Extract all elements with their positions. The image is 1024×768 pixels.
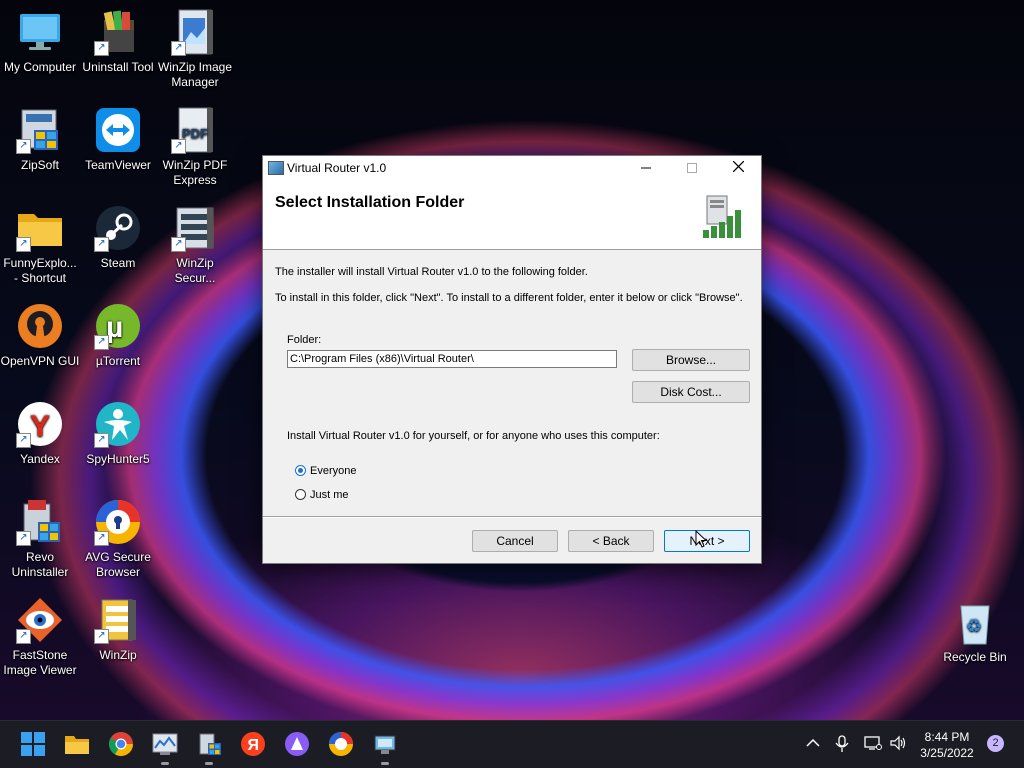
folder-icon: ↗: [16, 204, 64, 252]
microphone-icon: [835, 735, 849, 752]
page-title: Select Installation Folder: [275, 194, 465, 211]
system-clock[interactable]: 8:44 PM 3/25/2022: [912, 729, 982, 761]
uninstall-tool-icon: ↗: [94, 8, 142, 56]
minimize-icon: [641, 167, 651, 169]
maximize-button: [669, 156, 715, 180]
desktop-icon-revo-uninstaller[interactable]: ↗ Revo Uninstaller: [0, 498, 80, 580]
winzip-icon: ↗: [94, 596, 142, 644]
svg-text:Я: Я: [248, 737, 260, 754]
disk-cost-button[interactable]: Disk Cost...: [632, 381, 750, 403]
desktop-icon-faststone-image-viewer[interactable]: ↗ FastStone Image Viewer: [0, 596, 80, 678]
instructions-text: To install in this folder, click "Next".…: [275, 292, 743, 304]
taskbar-avg-browser[interactable]: [328, 731, 354, 757]
zipsoft-icon: ↗: [16, 106, 64, 154]
desktop-icon-teamviewer[interactable]: TeamViewer: [78, 106, 158, 173]
desktop-icon-steam[interactable]: ↗ Steam: [78, 204, 158, 271]
yandex-icon: Я: [241, 732, 265, 756]
taskbar: Я 8:44 PM 3/25/2022: [0, 720, 1024, 768]
desktop-icon-yandex[interactable]: Y ↗ Yandex: [0, 400, 80, 467]
desktop-icon-avg-secure-browser[interactable]: ↗ AVG Secure Browser: [78, 498, 158, 580]
desktop-icon-uninstall-tool[interactable]: ↗ Uninstall Tool: [78, 8, 158, 75]
svg-text:♻: ♻: [966, 616, 982, 637]
alice-icon: [285, 732, 309, 756]
volume-icon: [890, 735, 906, 751]
yandex-icon: Y ↗: [16, 400, 64, 448]
taskbar-virtual-router[interactable]: [372, 731, 398, 765]
radio-just-me[interactable]: Just me: [295, 489, 349, 501]
radio-unselected-icon: [295, 489, 306, 500]
intro-text: The installer will install Virtual Route…: [275, 266, 588, 278]
desktop-icon-openvpn-gui[interactable]: OpenVPN GUI: [0, 302, 80, 369]
desktop-icon-winzip-image-manager[interactable]: ↗ WinZip Image Manager: [155, 8, 235, 90]
show-hidden-icons-button[interactable]: [805, 735, 821, 754]
installer-dialog: Virtual Router v1.0 Select Installation …: [262, 155, 762, 564]
folder-path-input[interactable]: [287, 350, 617, 368]
taskbar-installer[interactable]: [196, 731, 222, 765]
minimize-button[interactable]: [623, 156, 669, 180]
chevron-up-icon: [806, 738, 820, 747]
utorrent-icon: µ ↗: [94, 302, 142, 350]
faststone-icon: ↗: [16, 596, 64, 644]
install-for-label: Install Virtual Router v1.0 for yourself…: [287, 430, 660, 442]
winzip-pdf-icon: PDF ↗: [171, 106, 219, 154]
dialog-titlebar[interactable]: Virtual Router v1.0: [263, 156, 761, 180]
taskbar-alice[interactable]: [284, 731, 310, 757]
network-icon: [864, 736, 882, 750]
computer-icon: [16, 8, 64, 56]
desktop-icon-spyhunter5[interactable]: ↗ SpyHunter5: [78, 400, 158, 467]
svg-text:Y: Y: [30, 410, 50, 443]
winzip-secure-icon: ↗: [171, 204, 219, 252]
next-button[interactable]: Next >: [664, 530, 750, 552]
close-icon: [732, 160, 744, 173]
radio-selected-icon: [295, 465, 306, 476]
browse-button[interactable]: Browse...: [632, 349, 750, 371]
desktop-icon-my-computer[interactable]: My Computer: [0, 8, 80, 75]
desktop-icon-recycle-bin[interactable]: ♻ Recycle Bin: [935, 598, 1015, 665]
virtual-router-icon: [374, 735, 396, 754]
radio-everyone[interactable]: Everyone: [295, 465, 356, 477]
desktop-icon-winzip[interactable]: ↗ WinZip: [78, 596, 158, 663]
spyhunter-icon: ↗: [94, 400, 142, 448]
close-button[interactable]: [715, 156, 761, 180]
taskbar-chrome[interactable]: [108, 731, 134, 757]
taskbar-yandex[interactable]: Я: [240, 731, 266, 757]
notification-badge[interactable]: 2: [987, 735, 1004, 752]
winzip-image-icon: ↗: [171, 8, 219, 56]
folder-label: Folder:: [287, 334, 322, 346]
clock-date: 3/25/2022: [920, 746, 974, 760]
network-button[interactable]: [864, 735, 882, 754]
desktop-icon-funnyexplorer-shortcut[interactable]: ↗ FunnyExplo... - Shortcut: [0, 204, 80, 286]
taskbar-file-explorer[interactable]: [64, 731, 90, 757]
cancel-button[interactable]: Cancel: [472, 530, 558, 552]
installer-logo-icon: [699, 190, 747, 240]
clock-time: 8:44 PM: [924, 730, 970, 744]
recycle-bin-icon: ♻: [951, 598, 999, 646]
desktop-icon-zipsoft[interactable]: ↗ ZipSoft: [0, 106, 80, 173]
microphone-button[interactable]: [834, 735, 850, 756]
back-button[interactable]: < Back: [568, 530, 654, 552]
virtual-router-app-icon: [268, 161, 284, 175]
mouse-cursor-icon: [695, 530, 707, 548]
dialog-banner: Select Installation Folder: [263, 180, 761, 250]
volume-button[interactable]: [889, 735, 907, 754]
start-button[interactable]: [20, 731, 46, 757]
dialog-title: Virtual Router v1.0: [287, 161, 387, 175]
openvpn-icon: [16, 302, 64, 350]
maximize-icon: [687, 163, 697, 173]
task-monitor-icon: [152, 733, 178, 755]
desktop-icon-winzip-pdf-express[interactable]: PDF ↗ WinZip PDF Express: [155, 106, 235, 188]
avg-browser-icon: [329, 732, 353, 756]
desktop-icon-utorrent[interactable]: µ ↗ µTorrent: [78, 302, 158, 369]
installer-icon: [199, 733, 221, 755]
windows-start-icon: [21, 732, 45, 756]
teamviewer-icon: [94, 106, 142, 154]
steam-icon: ↗: [94, 204, 142, 252]
desktop-icon-winzip-secure[interactable]: ↗ WinZip Secur...: [155, 204, 235, 286]
taskbar-task-monitor[interactable]: [152, 731, 178, 765]
chrome-icon: [108, 732, 133, 757]
avg-browser-icon: ↗: [94, 498, 142, 546]
revo-icon: ↗: [16, 498, 64, 546]
file-explorer-icon: [65, 736, 89, 754]
